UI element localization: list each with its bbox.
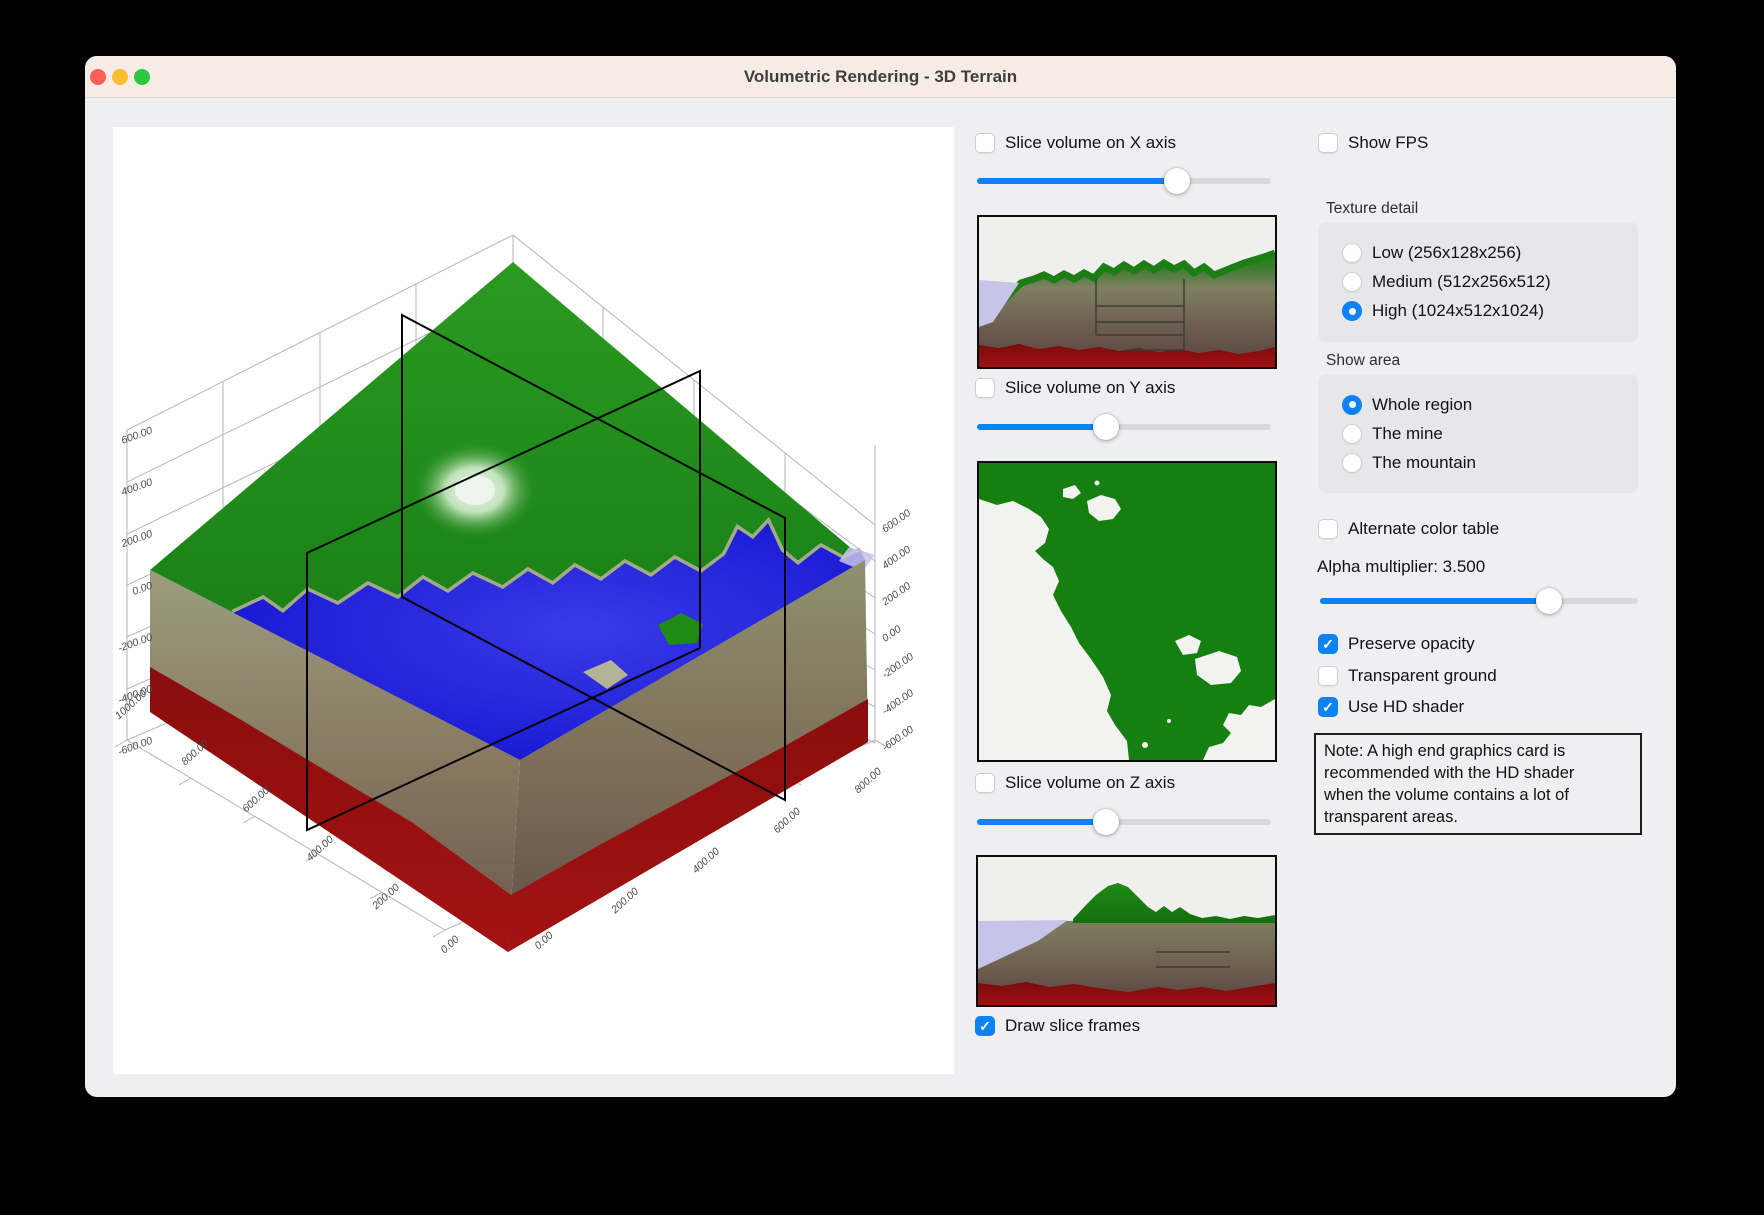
terrain-slab xyxy=(150,262,875,952)
svg-text:0.00: 0.00 xyxy=(880,623,904,645)
preserve-opacity-row: ✓ Preserve opacity xyxy=(1318,634,1475,654)
svg-text:0.00: 0.00 xyxy=(438,933,461,956)
transparent-ground-label: Transparent ground xyxy=(1348,666,1497,686)
draw-frames-row: ✓ Draw slice frames xyxy=(975,1016,1140,1036)
slider-fill xyxy=(977,178,1177,184)
slider-fill xyxy=(977,424,1106,430)
texture-detail-radio-2[interactable] xyxy=(1342,301,1362,321)
show-fps-row: ✓ Show FPS xyxy=(1318,133,1428,153)
alpha-multiplier-slider[interactable] xyxy=(1320,588,1638,614)
texture-detail-title: Texture detail xyxy=(1326,200,1418,218)
slider-fill xyxy=(1320,598,1549,604)
show-area-radio-1[interactable] xyxy=(1342,424,1362,444)
slice-y-checkbox[interactable]: ✓ xyxy=(975,378,995,398)
check-icon: ✓ xyxy=(975,1016,995,1036)
use-hd-shader-row: ✓ Use HD shader xyxy=(1318,697,1464,717)
slice-x-slider[interactable] xyxy=(977,168,1271,194)
slice-z-preview xyxy=(976,855,1277,1007)
show-fps-checkbox[interactable]: ✓ xyxy=(1318,133,1338,153)
slider-thumb[interactable] xyxy=(1093,414,1119,440)
svg-text:-200.00: -200.00 xyxy=(116,631,154,655)
texture-detail-radio-label-2: High (1024x512x1024) xyxy=(1372,301,1544,321)
show-area-option-row: The mine xyxy=(1318,419,1638,448)
show-area-option-row: The mountain xyxy=(1318,448,1638,477)
terrain-3d-viewport[interactable]: 600.00 400.00 200.00 0.00 -200.00 -400.00 -600… xyxy=(113,127,954,1074)
texture-detail-radio-1[interactable] xyxy=(1342,272,1362,292)
use-hd-shader-label: Use HD shader xyxy=(1348,697,1464,717)
alternate-color-checkbox[interactable]: ✓ xyxy=(1318,519,1338,539)
show-area-title: Show area xyxy=(1326,352,1400,370)
check-icon: ✓ xyxy=(1318,634,1338,654)
svg-text:400.00: 400.00 xyxy=(690,845,722,876)
terrain-3d-render: 600.00 400.00 200.00 0.00 -200.00 -400.00 -600… xyxy=(113,127,954,1074)
texture-detail-group: Low (256x128x256) Medium (512x256x512) Hig… xyxy=(1318,222,1638,342)
texture-detail-radio-label-1: Medium (512x256x512) xyxy=(1372,272,1551,292)
texture-detail-option-row: Low (256x128x256) xyxy=(1318,239,1638,268)
draw-frames-label: Draw slice frames xyxy=(1005,1016,1140,1036)
slice-x-label: Slice volume on X axis xyxy=(1005,133,1176,153)
svg-text:-200.00: -200.00 xyxy=(880,651,916,681)
slider-thumb[interactable] xyxy=(1536,588,1562,614)
texture-detail-option-row: Medium (512x256x512) xyxy=(1318,268,1638,297)
alpha-multiplier-label: Alpha multiplier: 3.500 xyxy=(1317,557,1485,577)
show-area-radio-label-0: Whole region xyxy=(1372,395,1472,415)
draw-frames-checkbox[interactable]: ✓ xyxy=(975,1016,995,1036)
svg-text:600.00: 600.00 xyxy=(880,507,913,535)
show-area-group: Whole region The mine The mountain xyxy=(1318,374,1638,493)
show-fps-label: Show FPS xyxy=(1348,133,1428,153)
check-icon: ✓ xyxy=(1318,697,1338,717)
svg-text:400.00: 400.00 xyxy=(880,544,913,572)
alternate-color-label: Alternate color table xyxy=(1348,519,1499,539)
transparent-ground-row: ✓ Transparent ground xyxy=(1318,666,1497,686)
svg-text:-600.00: -600.00 xyxy=(116,735,154,759)
window-title: Volumetric Rendering - 3D Terrain xyxy=(85,56,1676,97)
screen: Volumetric Rendering - 3D Terrain xyxy=(0,0,1764,1215)
use-hd-shader-checkbox[interactable]: ✓ xyxy=(1318,697,1338,717)
show-area-option-row: Whole region xyxy=(1318,390,1638,419)
slice-x-preview xyxy=(977,215,1277,369)
svg-text:800.00: 800.00 xyxy=(852,765,884,796)
texture-detail-option-row: High (1024x512x1024) xyxy=(1318,297,1638,326)
texture-detail-radio-label-0: Low (256x128x256) xyxy=(1372,243,1521,263)
texture-detail-radio-0[interactable] xyxy=(1342,243,1362,263)
svg-text:200.00: 200.00 xyxy=(119,528,154,551)
slice-y-preview xyxy=(977,461,1277,762)
minimize-button-icon[interactable] xyxy=(112,69,128,85)
svg-text:200.00: 200.00 xyxy=(879,580,913,609)
slice-z-checkbox[interactable]: ✓ xyxy=(975,773,995,793)
slider-fill xyxy=(977,819,1106,825)
preserve-opacity-checkbox[interactable]: ✓ xyxy=(1318,634,1338,654)
svg-text:600.00: 600.00 xyxy=(240,784,272,815)
slice-z-row: ✓ Slice volume on Z axis xyxy=(975,773,1175,793)
close-button-icon[interactable] xyxy=(90,69,106,85)
slice-x-row: ✓ Slice volume on X axis xyxy=(975,133,1176,153)
slider-thumb[interactable] xyxy=(1093,809,1119,835)
preserve-opacity-label: Preserve opacity xyxy=(1348,634,1475,654)
show-area-radio-label-1: The mine xyxy=(1372,424,1443,444)
slice-y-label: Slice volume on Y axis xyxy=(1005,378,1175,398)
slice-y-row: ✓ Slice volume on Y axis xyxy=(975,378,1175,398)
slice-z-label: Slice volume on Z axis xyxy=(1005,773,1175,793)
show-area-radio-label-2: The mountain xyxy=(1372,453,1476,473)
hd-shader-note: Note: A high end graphics card isrecomme… xyxy=(1314,733,1642,835)
svg-text:600.00: 600.00 xyxy=(771,805,803,836)
svg-text:600.00: 600.00 xyxy=(120,424,154,446)
show-area-radio-2[interactable] xyxy=(1342,453,1362,473)
svg-text:-600.00: -600.00 xyxy=(880,724,916,754)
zoom-button-icon[interactable] xyxy=(134,69,150,85)
transparent-ground-checkbox[interactable]: ✓ xyxy=(1318,666,1338,686)
slice-z-slider[interactable] xyxy=(977,809,1271,835)
slice-y-slider[interactable] xyxy=(977,414,1271,440)
show-area-radio-0[interactable] xyxy=(1342,395,1362,415)
svg-text:-400.00: -400.00 xyxy=(880,687,916,717)
svg-text:400.00: 400.00 xyxy=(120,476,154,498)
slider-thumb[interactable] xyxy=(1164,168,1190,194)
slice-x-checkbox[interactable]: ✓ xyxy=(975,133,995,153)
alternate-color-row: ✓ Alternate color table xyxy=(1318,519,1499,539)
